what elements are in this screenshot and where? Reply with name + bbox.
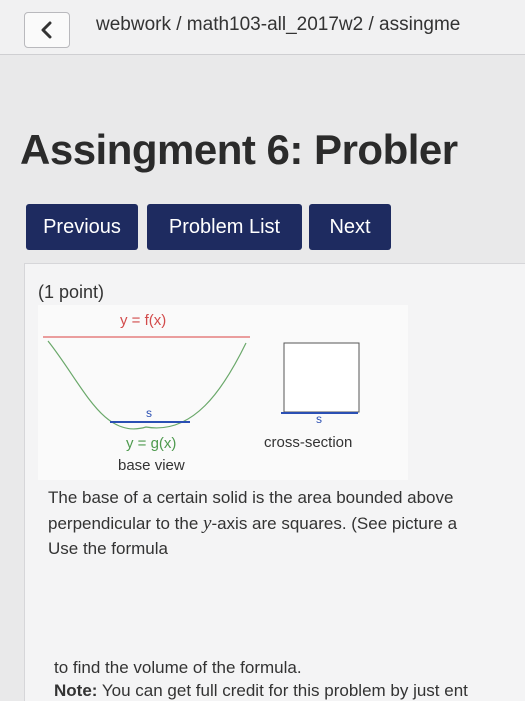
s-label-cross: s bbox=[316, 412, 322, 426]
note-line: Note: You can get full credit for this p… bbox=[54, 681, 525, 701]
back-button[interactable] bbox=[24, 12, 70, 48]
solid-diagram bbox=[43, 336, 360, 430]
note-label: Note: bbox=[54, 681, 98, 700]
cross-section-square bbox=[283, 342, 360, 413]
s-label: s bbox=[146, 406, 152, 420]
problem-text-line: The base of a certain solid is the area … bbox=[48, 488, 454, 507]
problem-text-line: Use the formula bbox=[48, 539, 168, 558]
problem-text-line: to find the volume of the formula. bbox=[54, 658, 302, 677]
cross-section-caption: cross-section bbox=[264, 434, 353, 451]
problem-figure: y = f(x) s s y = g(x) base view cross-se… bbox=[38, 305, 408, 480]
text-fragment: -axis are squares. (See picture a bbox=[211, 514, 458, 533]
note-text: You can get full credit for this problem… bbox=[101, 681, 468, 700]
breadcrumb[interactable]: webwork / math103-all_2017w2 / assingme bbox=[96, 14, 521, 36]
problem-text-line: perpendicular to the y-axis are squares.… bbox=[48, 513, 525, 535]
page-title: Assingment 6: Probler bbox=[20, 126, 458, 173]
chevron-left-icon bbox=[41, 21, 52, 39]
g-label: y = g(x) bbox=[126, 435, 177, 452]
f-label: y = f(x) bbox=[120, 312, 167, 329]
next-button[interactable]: Next bbox=[309, 204, 391, 250]
problem-list-button[interactable]: Problem List bbox=[147, 204, 302, 250]
point-value: (1 point) bbox=[38, 282, 105, 302]
top-bar: webwork / math103-all_2017w2 / assingme bbox=[0, 0, 525, 55]
base-view-caption: base view bbox=[118, 457, 185, 474]
text-fragment: perpendicular to the bbox=[48, 514, 203, 533]
previous-button[interactable]: Previous bbox=[26, 204, 138, 250]
